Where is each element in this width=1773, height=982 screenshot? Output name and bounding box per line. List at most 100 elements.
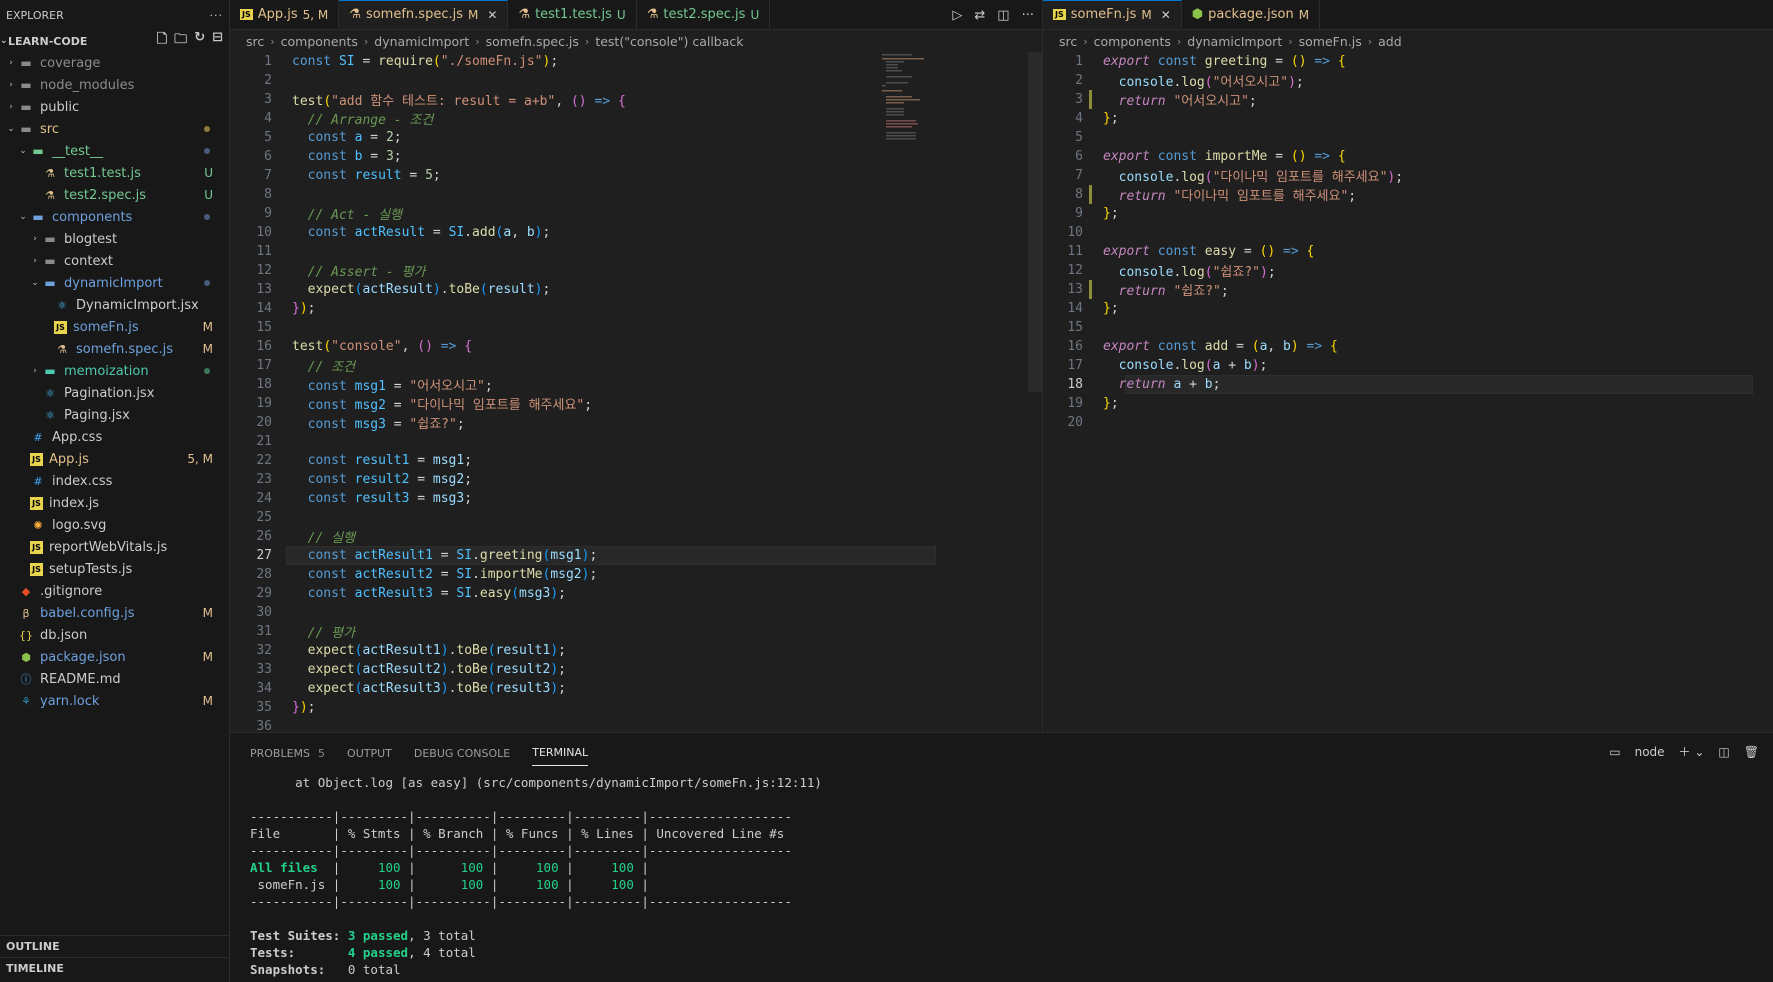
code-line[interactable]: 13 expect(actResult).toBe(result); (230, 280, 626, 299)
tree-item[interactable]: # index.css (0, 470, 229, 492)
tree-item[interactable]: ⚛ Paging.jsx (0, 404, 229, 426)
code-line[interactable]: 33 expect(actResult2).toBe(result2); (230, 660, 626, 679)
tree-item[interactable]: ⌄ ▬ src (0, 118, 229, 140)
code-line[interactable]: 28 const actResult2 = SI.importMe(msg2); (230, 565, 626, 584)
code-line[interactable]: 11 (230, 242, 626, 261)
tree-item[interactable]: {} db.json (0, 624, 229, 646)
code-line[interactable]: 10 (1043, 223, 1403, 242)
code-line[interactable]: 4 // Arrange - 조건 (230, 109, 626, 128)
panel-tab-debug-console[interactable]: DEBUG CONSOLE (414, 747, 510, 760)
tree-item[interactable]: › ▬ memoization (0, 360, 229, 382)
code-line[interactable]: 31 // 평가 (230, 622, 626, 641)
code-line[interactable]: 9}; (1043, 204, 1403, 223)
breadcrumb-item[interactable]: someFn.js (1299, 34, 1362, 49)
panel-tab-output[interactable]: OUTPUT (347, 747, 392, 760)
close-icon[interactable]: ✕ (1161, 8, 1171, 22)
tab-package-json[interactable]: ⬢ package.json M (1182, 0, 1321, 29)
breadcrumb-item[interactable]: add (1378, 34, 1402, 49)
breadcrumb-item[interactable]: test("console") callback (595, 34, 743, 49)
code-line[interactable]: 34 expect(actResult3).toBe(result3); (230, 679, 626, 698)
tree-item[interactable]: › ▬ public (0, 96, 229, 118)
tree-item[interactable]: JS setupTests.js (0, 558, 229, 580)
code-line[interactable]: 2 (230, 71, 626, 90)
tree-item[interactable]: › ▬ blogtest (0, 228, 229, 250)
new-folder-icon[interactable]: 🗀 (174, 30, 187, 52)
code-line[interactable]: 10 const actResult = SI.add(a, b); (230, 223, 626, 242)
code-line[interactable]: 19}; (1043, 394, 1403, 413)
code-line[interactable]: 14}; (1043, 299, 1403, 318)
code-line[interactable]: 29 const actResult3 = SI.easy(msg3); (230, 584, 626, 603)
code-line[interactable]: 9 // Act - 실행 (230, 204, 626, 223)
project-header[interactable]: ⌄ LEARN-CODE 🗋 🗀 ↻ ⊟ (0, 30, 229, 52)
tree-item[interactable]: β babel.config.js M (0, 602, 229, 624)
add-terminal-icon[interactable]: ＋ ⌄ (1679, 743, 1705, 760)
code-line[interactable]: 20 const msg3 = "쉽죠?"; (230, 413, 626, 432)
code-line[interactable]: 16 test("console", () => { (230, 337, 626, 356)
compare-icon[interactable]: ⇄ (974, 8, 985, 23)
tab-test1-test-js[interactable]: ⚗ test1.test.js U (508, 0, 637, 29)
code-editor[interactable]: 1 const SI = require("./someFn.js"); 2 3 tes… (230, 52, 626, 736)
code-line[interactable]: 4}; (1043, 109, 1403, 128)
more-icon[interactable]: ··· (1022, 8, 1034, 23)
terminal-output[interactable]: at Object.log [as easy] (src/components/… (250, 775, 822, 979)
code-line[interactable]: 18 return a + b; (1043, 375, 1403, 394)
tree-item[interactable]: › ▬ coverage (0, 52, 229, 74)
code-line[interactable]: 32 expect(actResult1).toBe(result1); (230, 641, 626, 660)
code-line[interactable]: 19 const msg2 = "다이나믹 임포트를 해주세요"; (230, 394, 626, 413)
panel-tab-problems[interactable]: PROBLEMS 5 (250, 747, 325, 760)
minimap[interactable] (882, 52, 942, 172)
breadcrumb-item[interactable]: dynamicImport (374, 34, 469, 49)
tree-item[interactable]: JS reportWebVitals.js (0, 536, 229, 558)
code-line[interactable]: 6 const b = 3; (230, 147, 626, 166)
tab-App-js[interactable]: JS App.js 5, M (230, 0, 340, 29)
more-actions-icon[interactable]: ··· (210, 9, 224, 22)
terminal-icon[interactable]: ▭ (1609, 745, 1620, 759)
code-line[interactable]: 11 export const easy = () => { (1043, 242, 1403, 261)
run-icon[interactable]: ▷ (952, 8, 962, 23)
code-line[interactable]: 12 console.log("쉽죠?"); (1043, 261, 1403, 280)
code-line[interactable]: 5 (1043, 128, 1403, 147)
code-line[interactable]: 17 // 조건 (230, 356, 626, 375)
code-line[interactable]: 3 return "어서오시고"; (1043, 90, 1403, 109)
code-line[interactable]: 14}); (230, 299, 626, 318)
tree-item[interactable]: › ▬ context (0, 250, 229, 272)
code-line[interactable]: 7 const result = 5; (230, 166, 626, 185)
tree-item[interactable]: ⌄ ▬ components (0, 206, 229, 228)
tree-item[interactable]: ⚛ DynamicImport.jsx (0, 294, 229, 316)
tree-item[interactable]: JS App.js 5, M (0, 448, 229, 470)
trash-icon[interactable]: 🗑 (1744, 745, 1759, 759)
code-line[interactable]: 8 (230, 185, 626, 204)
split-terminal-icon[interactable]: ◫ (1718, 745, 1729, 759)
breadcrumb-item[interactable]: components (281, 34, 358, 49)
code-editor[interactable]: 1 export const greeting = () => {2 consol… (1043, 52, 1403, 432)
code-line[interactable]: 18 const msg1 = "어서오시고"; (230, 375, 626, 394)
tree-item[interactable]: ◆ .gitignore (0, 580, 229, 602)
breadcrumb-item[interactable]: components (1094, 34, 1171, 49)
tree-item[interactable]: # App.css (0, 426, 229, 448)
tree-item[interactable]: ⬢ package.json M (0, 646, 229, 668)
refresh-icon[interactable]: ↻ (194, 30, 205, 52)
code-line[interactable]: 25 (230, 508, 626, 527)
tree-item[interactable]: ⚘ yarn.lock M (0, 690, 229, 712)
code-line[interactable]: 26 // 실행 (230, 527, 626, 546)
code-line[interactable]: 15 (1043, 318, 1403, 337)
code-line[interactable]: 30 (230, 603, 626, 622)
code-line[interactable]: 5 const a = 2; (230, 128, 626, 147)
code-line[interactable]: 17 console.log(a + b); (1043, 356, 1403, 375)
code-line[interactable]: 24 const result3 = msg3; (230, 489, 626, 508)
timeline-section[interactable]: TIMELINE (0, 957, 230, 979)
tree-item[interactable]: JS index.js (0, 492, 229, 514)
tree-item[interactable]: JS someFn.js M (0, 316, 229, 338)
tree-item[interactable]: ⚗ test2.spec.js U (0, 184, 229, 206)
code-line[interactable]: 1 const SI = require("./someFn.js"); (230, 52, 626, 71)
code-line[interactable]: 35}); (230, 698, 626, 717)
code-line[interactable]: 15 (230, 318, 626, 337)
code-line[interactable]: 27 const actResult1 = SI.greeting(msg1); (230, 546, 626, 565)
code-line[interactable]: 20 (1043, 413, 1403, 432)
breadcrumb-item[interactable]: somefn.spec.js (486, 34, 579, 49)
tree-item[interactable]: › ▬ node_modules (0, 74, 229, 96)
split-editor-icon[interactable]: ◫ (997, 8, 1009, 23)
tree-item[interactable]: ⌄ ▬ __test__ (0, 140, 229, 162)
code-line[interactable]: 16 export const add = (a, b) => { (1043, 337, 1403, 356)
terminal-shell-label[interactable]: node (1635, 745, 1665, 759)
